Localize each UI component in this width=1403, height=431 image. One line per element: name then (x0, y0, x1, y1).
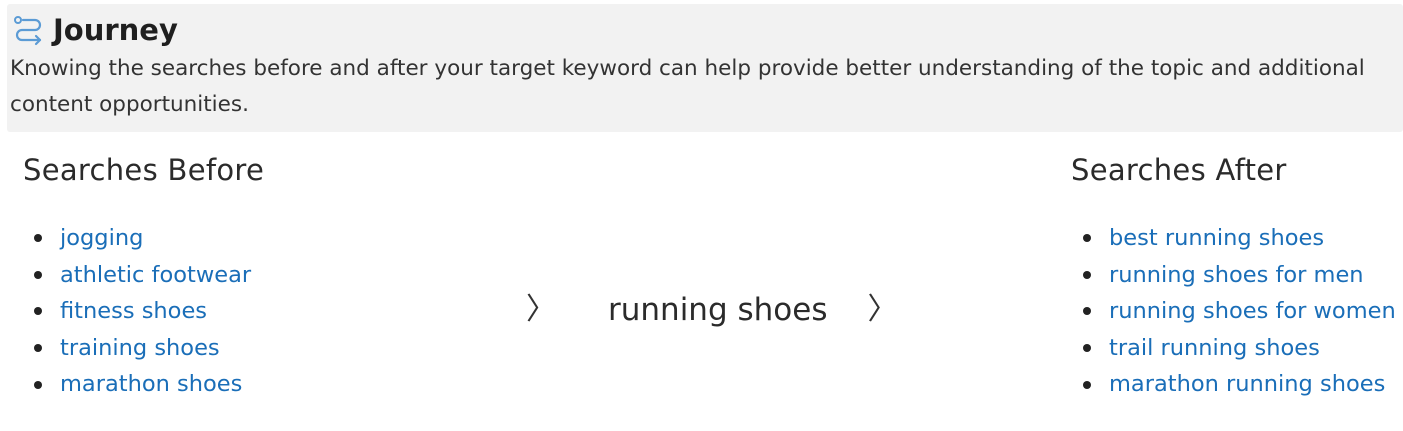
list-item: running shoes for men (1083, 257, 1396, 294)
list-item: jogging (34, 220, 251, 257)
bullet-icon (1083, 344, 1091, 353)
search-link[interactable]: jogging (60, 220, 143, 257)
search-link[interactable]: trail running shoes (1109, 330, 1320, 367)
search-link[interactable]: athletic footwear (60, 257, 251, 294)
list-item: running shoes for women (1083, 293, 1396, 330)
searches-before-heading: Searches Before (23, 153, 265, 187)
search-link[interactable]: best running shoes (1109, 220, 1324, 257)
search-link[interactable]: marathon shoes (60, 366, 242, 403)
search-link[interactable]: marathon running shoes (1109, 366, 1385, 403)
searches-after-heading: Searches After (1071, 153, 1287, 187)
keyword-flow: 〉 running shoes 〉 (526, 290, 897, 330)
bullet-icon (1083, 270, 1091, 279)
bullet-icon (1083, 380, 1091, 389)
chevron-right-icon: 〉 (526, 292, 556, 327)
searches-after-list: best running shoes running shoes for men… (1083, 220, 1396, 403)
search-link[interactable]: training shoes (60, 330, 220, 367)
bullet-icon (34, 234, 42, 243)
search-link[interactable]: fitness shoes (60, 293, 207, 330)
bullet-icon (34, 344, 42, 353)
list-item: marathon running shoes (1083, 366, 1396, 403)
bullet-icon (34, 380, 42, 389)
bullet-icon (34, 307, 42, 316)
journey-title-row: Journey (13, 14, 178, 46)
list-item: marathon shoes (34, 366, 251, 403)
bullet-icon (1083, 307, 1091, 316)
route-icon (13, 14, 45, 46)
list-item: fitness shoes (34, 293, 251, 330)
target-keyword: running shoes (608, 292, 828, 328)
search-link[interactable]: running shoes for women (1109, 293, 1396, 330)
list-item: best running shoes (1083, 220, 1396, 257)
page-title: Journey (53, 13, 178, 47)
search-link[interactable]: running shoes for men (1109, 257, 1364, 294)
chevron-right-icon: 〉 (867, 292, 898, 327)
bullet-icon (1083, 234, 1091, 243)
list-item: training shoes (34, 330, 251, 367)
list-item: athletic footwear (34, 257, 251, 294)
list-item: trail running shoes (1083, 330, 1396, 367)
searches-before-list: jogging athletic footwear fitness shoes … (34, 220, 251, 403)
bullet-icon (34, 270, 42, 279)
journey-description: Knowing the searches before and after yo… (10, 56, 1365, 117)
